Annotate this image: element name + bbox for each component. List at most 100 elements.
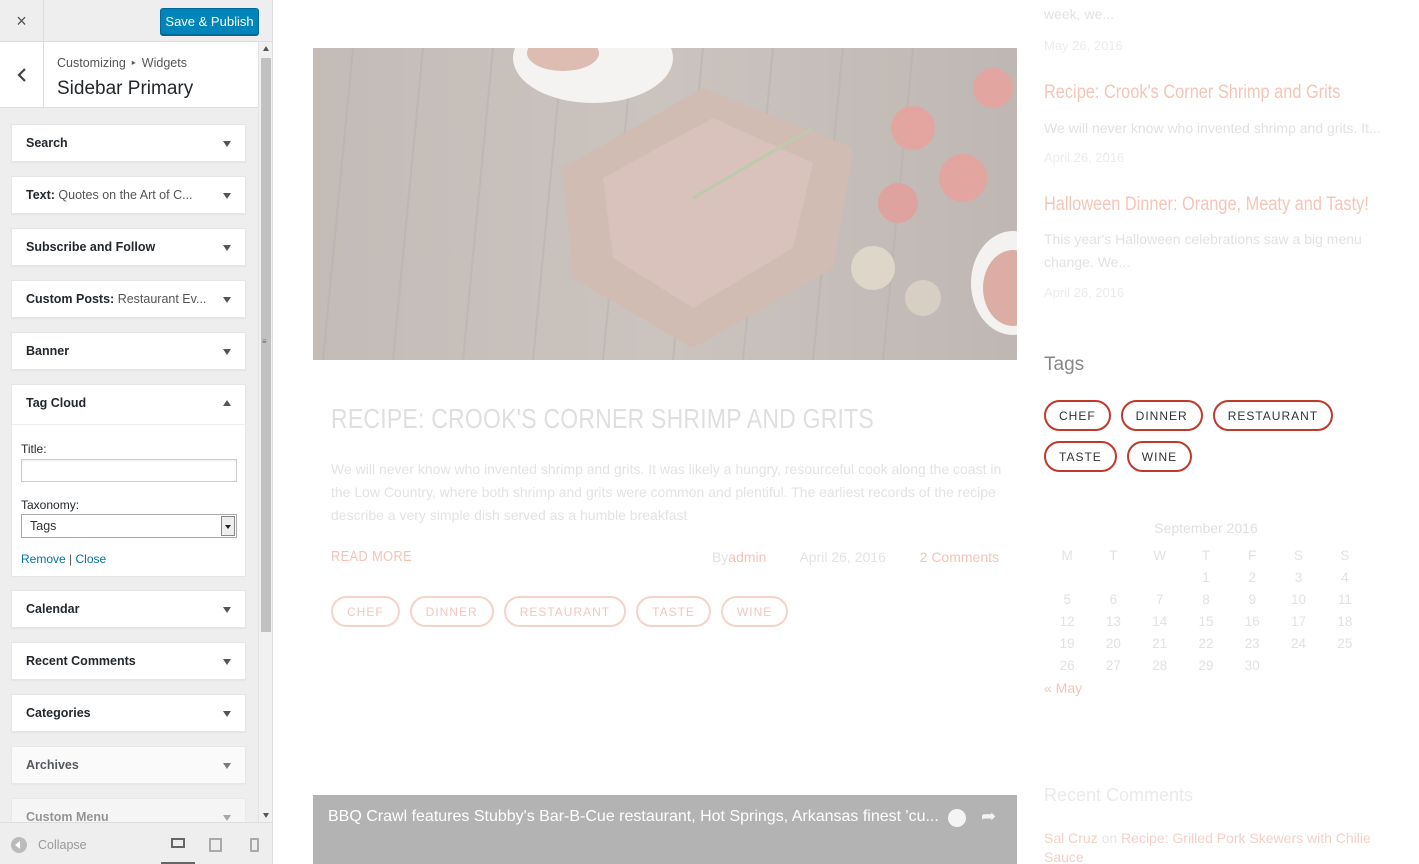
- comments-link[interactable]: 2 Comments: [920, 549, 999, 565]
- author-link[interactable]: admin: [728, 549, 766, 565]
- expand-arrow-icon[interactable]: [223, 659, 231, 665]
- tablet-preview-icon[interactable]: [208, 835, 224, 855]
- desktop-preview-icon[interactable]: [161, 835, 195, 864]
- scroll-up-arrow-icon[interactable]: [263, 46, 269, 51]
- post-date: April 26, 2016: [799, 549, 886, 565]
- customizer-footer: Collapse: [0, 822, 272, 864]
- close-customizer-button[interactable]: ×: [0, 0, 44, 42]
- comment-post-link[interactable]: Recipe: Grilled Pork Skewers with Chilie: [1121, 830, 1371, 846]
- widget-categories[interactable]: Categories: [11, 694, 246, 732]
- side-post-date: April 26, 2016: [1044, 285, 1125, 300]
- taxonomy-select[interactable]: Tags: [21, 514, 237, 538]
- widget-title: Search: [26, 136, 68, 150]
- remove-link[interactable]: Remove: [21, 552, 66, 566]
- expand-arrow-icon[interactable]: [223, 349, 231, 355]
- side-post-title[interactable]: Recipe: Crook's Corner Shrimp and Grits: [1044, 82, 1340, 104]
- widget-banner[interactable]: Banner: [11, 332, 246, 370]
- breadcrumb: Customizing ▸ Widgets: [57, 56, 187, 70]
- calendar-day: 15: [1198, 614, 1214, 629]
- widget-title-text: Calendar: [26, 602, 80, 616]
- widget-subscribe-follow[interactable]: Subscribe and Follow: [11, 228, 246, 266]
- post-tags: CHEF DINNER RESTAURANT TASTE WINE: [331, 596, 789, 627]
- post-tag-restaurant[interactable]: RESTAURANT: [503, 596, 627, 627]
- recent-comments-heading: Recent Comments: [1044, 785, 1194, 805]
- calendar-weekday: S: [1294, 548, 1304, 563]
- calendar-day: 3: [1294, 570, 1303, 585]
- calendar-day: 8: [1202, 592, 1210, 607]
- calendar-day: 6: [1109, 592, 1118, 607]
- calendar-day: [1137, 570, 1183, 585]
- widget-title: Banner: [26, 344, 69, 358]
- widget-title: Categories: [26, 706, 91, 720]
- save-publish-button[interactable]: Save & Publish: [160, 8, 259, 35]
- read-more-link[interactable]: READ MORE: [331, 548, 412, 565]
- tag-restaurant[interactable]: RESTAURANT: [1212, 400, 1334, 431]
- widget-custom-posts[interactable]: Custom Posts: Restaurant Ev...: [11, 280, 246, 318]
- comment-author-link[interactable]: Sal Cruz: [1044, 830, 1098, 846]
- widget-actions: Remove | Close: [21, 552, 106, 566]
- calendar-day: 12: [1059, 614, 1075, 629]
- widget-calendar[interactable]: Calendar: [11, 590, 246, 628]
- post-tag-wine[interactable]: WINE: [720, 596, 789, 627]
- post-title[interactable]: RECIPE: CROOK'S CORNER SHRIMP AND GRITS: [331, 403, 874, 435]
- close-link[interactable]: Close: [76, 552, 107, 566]
- widget-title: Text: Quotes on the Art of C...: [26, 188, 193, 202]
- collapse-icon[interactable]: [11, 837, 27, 853]
- tag-dinner[interactable]: DINNER: [1120, 400, 1203, 431]
- dropdown-arrow-icon[interactable]: [221, 516, 235, 536]
- widget-recent-comments[interactable]: Recent Comments: [11, 642, 246, 680]
- calendar-weekday: T: [1201, 548, 1211, 563]
- sidebar-scrollbar[interactable]: ≡: [258, 42, 272, 822]
- side-post-title[interactable]: Halloween Dinner: Orange, Meaty and Tast…: [1044, 194, 1369, 216]
- expand-arrow-icon[interactable]: [223, 141, 231, 147]
- post-excerpt: We will never know who invented shrimp a…: [331, 461, 1002, 523]
- calendar-day: 25: [1337, 636, 1353, 651]
- back-button[interactable]: [0, 42, 44, 108]
- expand-arrow-icon[interactable]: [223, 297, 231, 303]
- expand-arrow-icon[interactable]: [223, 607, 231, 613]
- calendar-widget: September 2016 M T W T F S S 1 2 3 4 5 6 7 8 9 10 11 12 13 1…: [1044, 520, 1368, 696]
- widget-search[interactable]: Search: [11, 124, 246, 162]
- widget-archives[interactable]: Archives: [11, 746, 246, 784]
- calendar-day: 11: [1337, 592, 1352, 607]
- expand-arrow-icon[interactable]: [223, 711, 231, 717]
- widget-subtitle: Quotes on the Art of C...: [58, 188, 193, 202]
- post-tag-dinner[interactable]: DINNER: [409, 596, 494, 627]
- expand-arrow-icon[interactable]: [223, 245, 231, 251]
- widget-text[interactable]: Text: Quotes on the Art of C...: [11, 176, 246, 214]
- comment-post-link-cont[interactable]: Sauce: [1044, 849, 1084, 864]
- post-meta: Byadmin April 26, 2016 2 Comments: [712, 549, 999, 565]
- tag-wine[interactable]: WINE: [1126, 441, 1193, 472]
- side-post-excerpt-line: This year's Halloween celebrations saw a…: [1044, 231, 1362, 247]
- widget-title: Custom Posts: Restaurant Ev...: [26, 292, 206, 306]
- title-input[interactable]: [21, 459, 237, 482]
- video-embed[interactable]: BBQ Crawl features Stubby's Bar-B-Cue re…: [313, 795, 1017, 864]
- expand-arrow-icon[interactable]: [223, 815, 231, 821]
- calendar-day: 14: [1152, 614, 1168, 629]
- expand-arrow-icon[interactable]: [223, 193, 231, 199]
- top-post-date: May 26, 2016: [1044, 38, 1123, 53]
- featured-image[interactable]: [313, 48, 1017, 360]
- expand-arrow-icon[interactable]: [223, 763, 231, 769]
- scroll-down-arrow-icon[interactable]: [263, 813, 269, 818]
- chevron-left-icon: [16, 68, 26, 82]
- widget-title-text: Subscribe and Follow: [26, 240, 156, 254]
- section-header: Customizing ▸ Widgets Sidebar Primary: [0, 42, 258, 108]
- mobile-preview-icon[interactable]: [249, 835, 265, 855]
- tags-widget-heading: Tags: [1044, 354, 1085, 375]
- calendar-weekday: T: [1109, 548, 1118, 563]
- widget-tag-cloud[interactable]: Tag Cloud: [11, 384, 246, 425]
- tag-chef[interactable]: CHEF: [1044, 400, 1111, 431]
- calendar-day: 1: [1202, 570, 1210, 585]
- video-overlay: [313, 795, 1017, 864]
- post-tag-chef[interactable]: CHEF: [331, 596, 400, 627]
- calendar-day: 27: [1105, 658, 1121, 673]
- calendar-weekday: F: [1248, 548, 1257, 563]
- collapse-button[interactable]: Collapse: [38, 838, 87, 852]
- collapse-arrow-icon[interactable]: [223, 400, 231, 406]
- breadcrumb-customizing: Customizing: [57, 56, 126, 70]
- post-tag-taste[interactable]: TASTE: [636, 596, 711, 627]
- calendar-prev-month-link[interactable]: « May: [1044, 680, 1368, 696]
- tag-taste[interactable]: TASTE: [1044, 441, 1117, 472]
- widget-title-text: Recent Comments: [26, 654, 136, 668]
